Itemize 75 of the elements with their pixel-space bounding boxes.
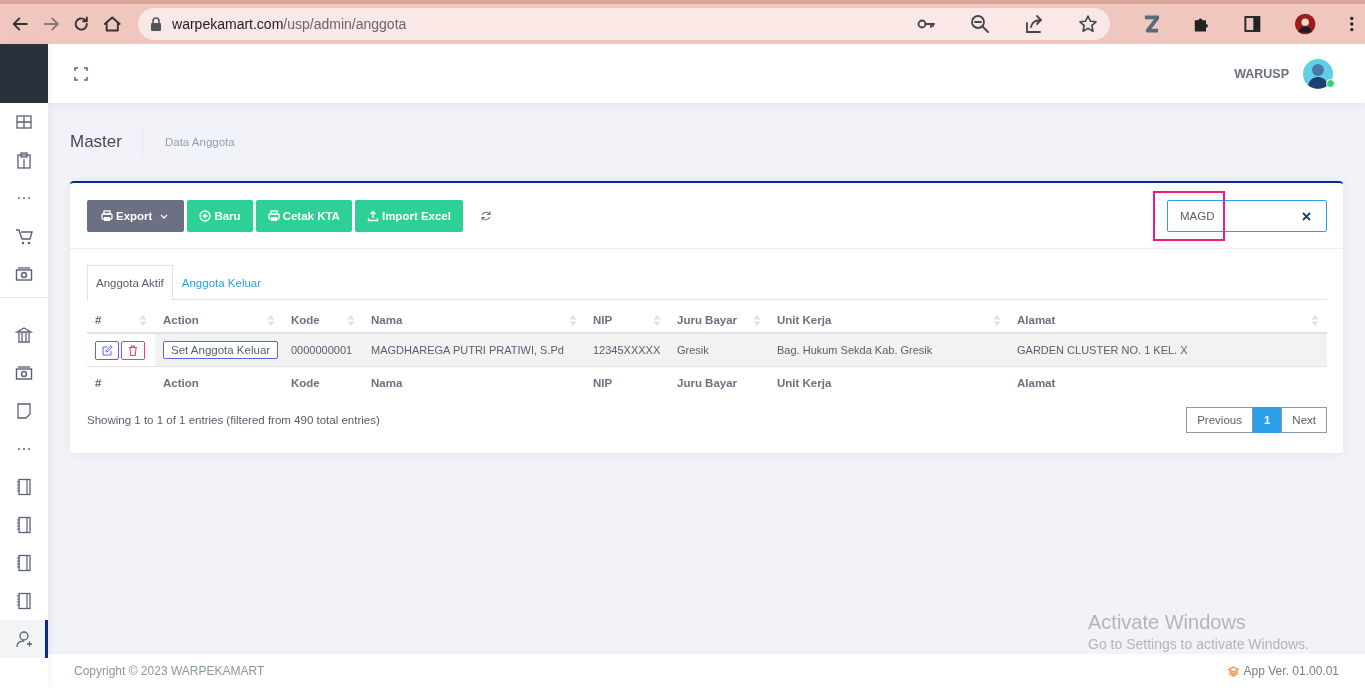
column-footer: Unit Kerja: [777, 377, 832, 389]
delete-button[interactable]: [121, 340, 145, 360]
column-header[interactable]: Kode: [291, 314, 320, 326]
note-icon: [15, 402, 33, 420]
column-header[interactable]: Nama: [371, 314, 403, 326]
export-dropdown-button[interactable]: Export: [87, 200, 185, 232]
plus-circle-icon: [199, 210, 212, 222]
table-cell: 0000000001: [283, 333, 363, 367]
table-cell: MAGDHAREGA PUTRI PRATIWI, S.Pd: [363, 333, 585, 367]
sidebar-logo-area: [0, 44, 48, 103]
column-header[interactable]: Juru Bayar: [677, 314, 738, 326]
star-icon[interactable]: [1077, 14, 1098, 34]
clipboard-icon: [15, 151, 33, 169]
previous-button[interactable]: Previous: [1186, 407, 1253, 433]
app-version: App Ver. 01.00.01: [1243, 664, 1339, 678]
column-footer: Alamat: [1017, 377, 1056, 389]
table-cell: 12345XXXXX: [585, 333, 669, 367]
dots-icon: [17, 196, 31, 200]
cart-icon: [15, 227, 33, 245]
edit-button[interactable]: [95, 340, 119, 360]
layers-icon: [1227, 665, 1239, 677]
next-button[interactable]: Next: [1281, 407, 1327, 433]
print-icon: [101, 210, 113, 222]
column-footer: NIP: [593, 377, 613, 389]
column-header[interactable]: NIP: [593, 314, 613, 326]
tab[interactable]: Anggota Keluar: [172, 265, 271, 299]
copyright-text: Copyright © 2023 WARPEKAMART: [74, 664, 265, 678]
print-icon: [267, 210, 280, 222]
trash-icon: [128, 344, 138, 356]
column-header[interactable]: #: [95, 314, 102, 326]
lock-icon: [150, 17, 163, 31]
banknote-icon: [15, 364, 33, 382]
upload-icon: [366, 210, 379, 222]
side-panel-icon[interactable]: [1244, 15, 1261, 33]
column-footer: Kode: [291, 377, 320, 389]
column-footer: Juru Bayar: [677, 377, 738, 389]
table-info: Showing 1 to 1 of 1 entries (filtered from 490 total entries): [87, 414, 380, 426]
fullscreen-icon[interactable]: [74, 66, 88, 81]
activation-notice-text: Go to Settings to activate Windows.: [1088, 636, 1309, 652]
table-cell: GARDEN CLUSTER NO. 1 KEL. X: [1009, 333, 1327, 367]
notebook-icon: [15, 516, 33, 534]
user-name[interactable]: WARUSP: [1234, 66, 1289, 81]
tab[interactable]: Anggota Aktif: [87, 265, 173, 300]
bank-icon: [15, 326, 33, 344]
column-header[interactable]: Unit Kerja: [777, 314, 832, 326]
column-header[interactable]: Alamat: [1017, 314, 1056, 326]
user-add-icon: [15, 630, 33, 648]
column-footer: Action: [163, 377, 199, 389]
extension-icon[interactable]: [1142, 14, 1160, 34]
clear-icon[interactable]: [1302, 212, 1311, 221]
column-footer: Nama: [371, 377, 403, 389]
table-cell: Bag. Hukum Sekda Kab. Gresik: [769, 333, 1009, 367]
profile-avatar-icon[interactable]: [1294, 12, 1317, 36]
column-header[interactable]: Action: [163, 314, 199, 326]
share-icon[interactable]: [1023, 14, 1044, 34]
banknote-icon: [15, 265, 33, 283]
search-field[interactable]: MAGD: [1167, 200, 1327, 232]
notebook-icon: [15, 478, 33, 496]
page-button[interactable]: 1: [1252, 407, 1282, 433]
activation-notice-title: Activate Windows: [1088, 611, 1247, 634]
refresh-icon[interactable]: [479, 210, 492, 222]
menu-icon[interactable]: [1349, 14, 1355, 34]
table-cell: Gresik: [669, 333, 769, 367]
edit-icon: [101, 344, 113, 356]
notebook-icon: [15, 592, 33, 610]
zoom-out-icon[interactable]: [969, 14, 990, 34]
set-anggota-keluar-button[interactable]: Set Anggota Keluar: [163, 341, 279, 359]
column-footer: #: [95, 377, 102, 389]
dots-icon: [17, 447, 31, 451]
grid-icon: [15, 113, 33, 131]
breadcrumb: Data Anggota: [164, 136, 235, 148]
notebook-icon: [15, 554, 33, 572]
user-avatar-icon[interactable]: [1303, 58, 1333, 89]
sidebar-item[interactable]: [0, 620, 48, 658]
page-title: Master: [70, 127, 143, 157]
